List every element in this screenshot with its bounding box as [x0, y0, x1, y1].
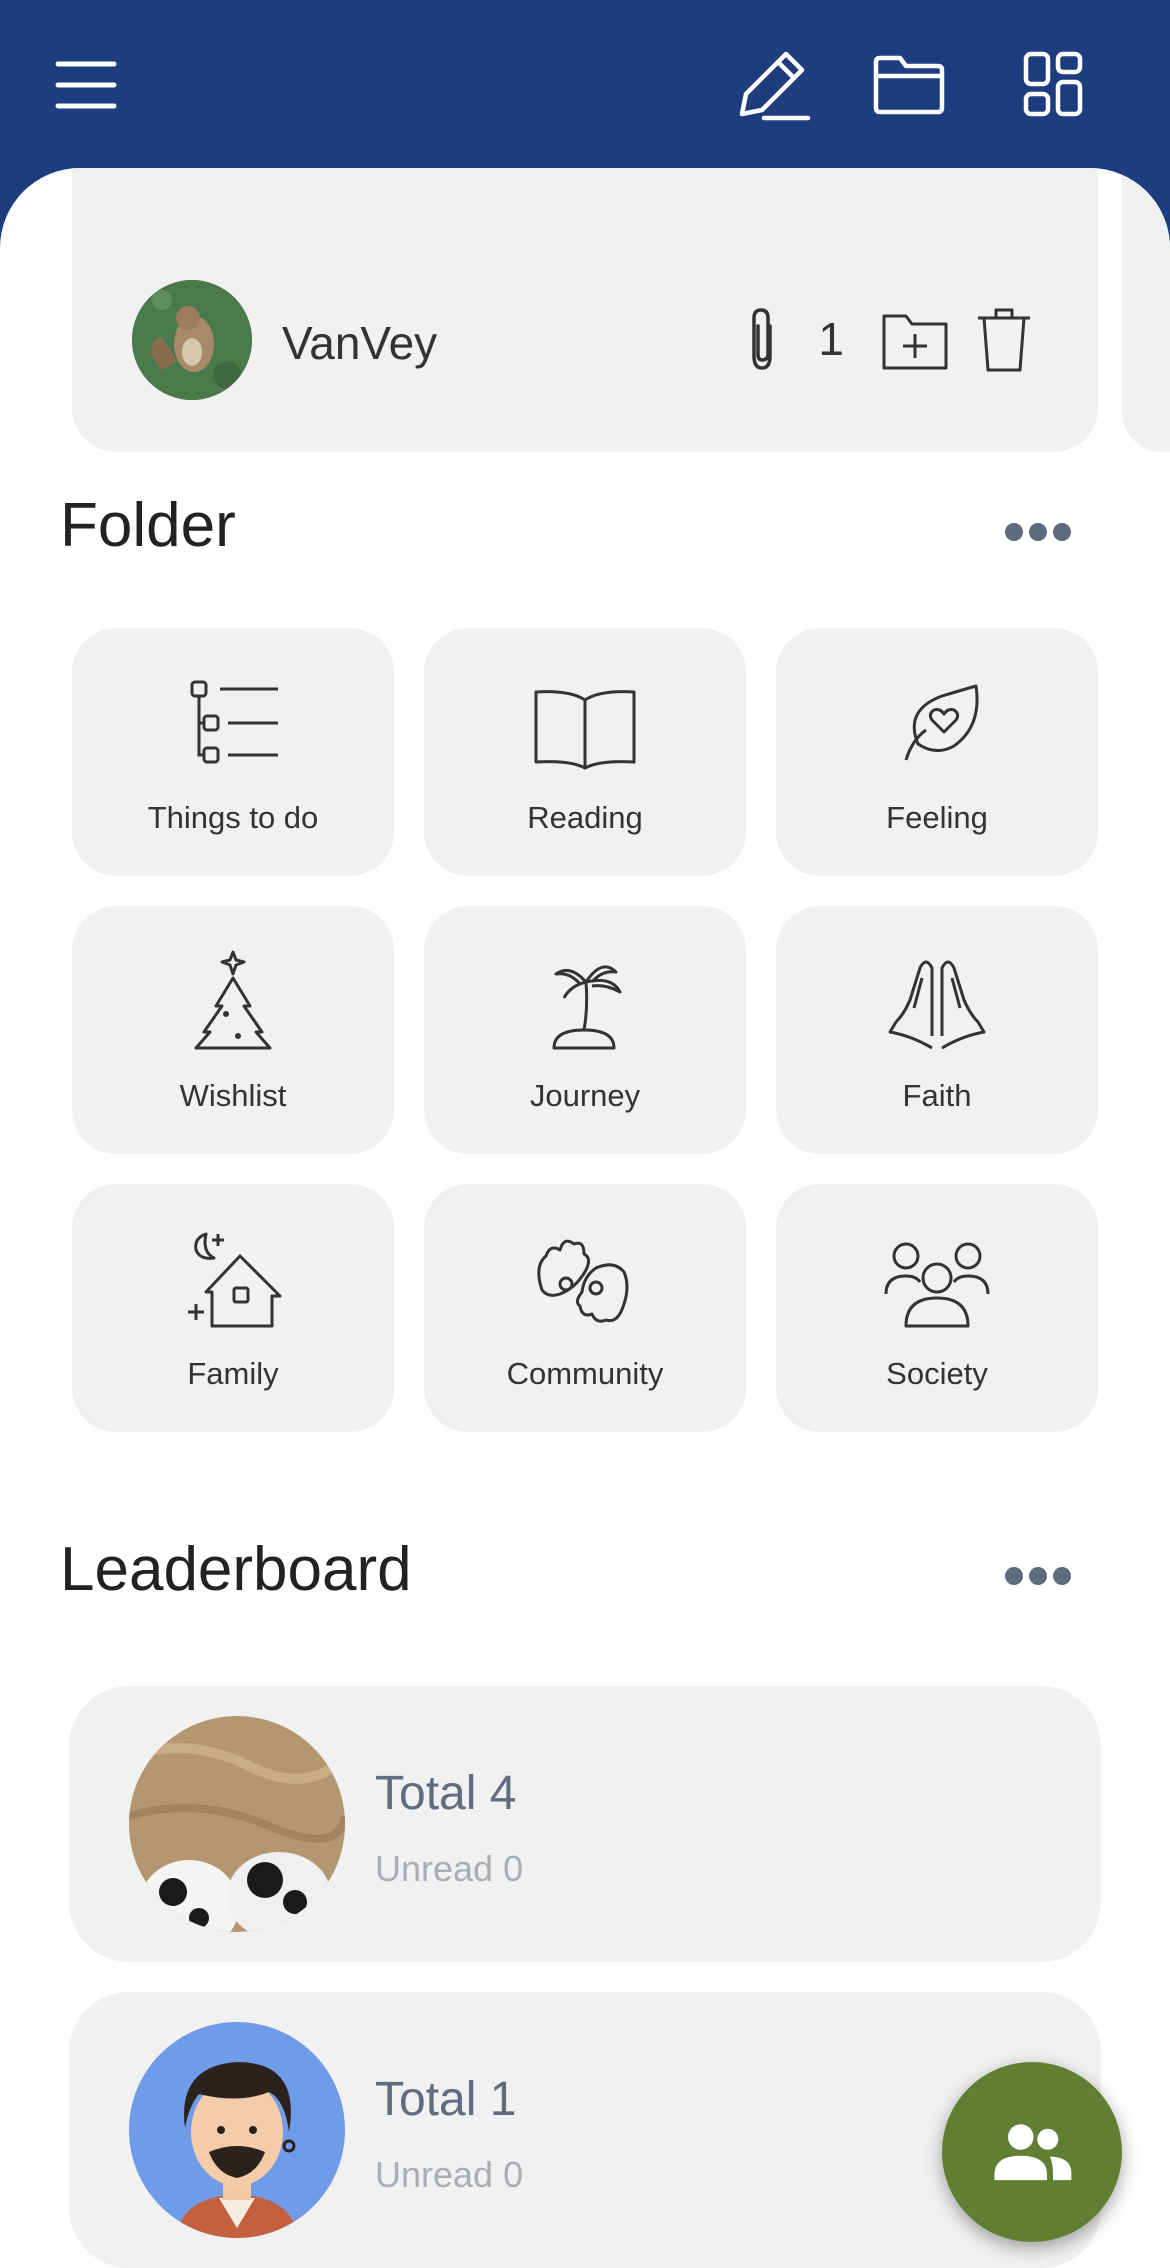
folder-feeling[interactable]: Feeling	[776, 628, 1098, 876]
folder-label: Faith	[902, 1078, 972, 1113]
attachment-count: 1	[818, 313, 844, 365]
leaderboard-section-title: Leaderboard	[60, 1535, 412, 1604]
house-moon-icon	[188, 1232, 282, 1328]
group-fab-button[interactable]	[942, 2062, 1122, 2242]
folder-things-to-do[interactable]: Things to do	[72, 628, 394, 876]
book-icon	[534, 690, 636, 770]
folder-label: Journey	[529, 1078, 641, 1113]
leaderboard-unread: Unread 0	[375, 2154, 524, 2195]
folder-society[interactable]: Society	[776, 1184, 1098, 1432]
paperclip-icon[interactable]	[732, 304, 796, 374]
folder-label: Feeling	[886, 800, 988, 835]
folder-wishlist[interactable]: Wishlist	[72, 906, 394, 1154]
folder-faith[interactable]: Faith	[776, 906, 1098, 1154]
leaderboard-total: Total 1	[375, 2073, 517, 2126]
avatar	[129, 1716, 345, 1932]
folder-label: Things to do	[147, 800, 319, 835]
people-group-icon	[884, 1242, 990, 1328]
group-icon	[994, 2124, 1072, 2181]
folder-journey[interactable]: Journey	[424, 906, 746, 1154]
folder-label: Community	[506, 1356, 664, 1391]
task-tree-icon	[190, 680, 278, 764]
folder-reading[interactable]: Reading	[424, 628, 746, 876]
avatar	[129, 2022, 345, 2238]
sign-hands-icon	[537, 1239, 629, 1323]
app-header	[0, 0, 1170, 170]
trash-icon[interactable]	[972, 304, 1036, 374]
leaderboard-more-icon[interactable]	[1005, 1561, 1071, 1591]
menu-icon[interactable]	[38, 40, 128, 130]
leaderboard-total: Total 4	[375, 1767, 517, 1820]
note-card[interactable]: VanVey 1	[72, 168, 1098, 452]
folder-label: Wishlist	[179, 1078, 287, 1113]
avatar	[132, 280, 252, 400]
folder-more-icon[interactable]	[1005, 517, 1071, 547]
folder-plus-icon[interactable]	[880, 304, 950, 374]
folder-icon[interactable]	[864, 40, 954, 130]
grid-icon[interactable]	[1008, 40, 1098, 130]
main-content: VanVey 1 Folder Things to do Reading Fee…	[0, 168, 1170, 2268]
leaderboard-unread: Unread 0	[375, 1848, 524, 1889]
folder-label: Society	[886, 1356, 988, 1391]
folder-section-title: Folder	[60, 491, 236, 560]
note-user-name: VanVey	[282, 317, 438, 369]
folder-family[interactable]: Family	[72, 1184, 394, 1432]
next-note-card-peek[interactable]	[1122, 168, 1170, 452]
note-actions: 1	[732, 303, 1036, 375]
leaderboard-entry[interactable]: Total 4 Unread 0	[69, 1686, 1101, 1962]
praying-hands-icon	[888, 960, 986, 1050]
folder-label: Family	[187, 1356, 279, 1391]
heart-leaf-icon	[904, 684, 979, 761]
tree-star-icon	[194, 950, 272, 1050]
palm-island-icon	[552, 965, 622, 1050]
folder-community[interactable]: Community	[424, 1184, 746, 1432]
folder-label: Reading	[527, 800, 643, 835]
pencil-icon[interactable]	[726, 40, 816, 130]
